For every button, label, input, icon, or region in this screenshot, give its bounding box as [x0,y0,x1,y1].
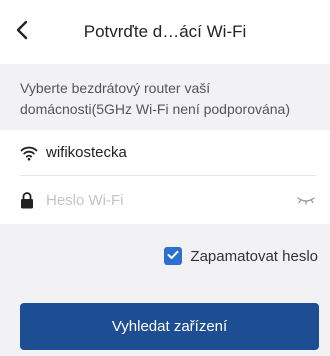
search-device-button[interactable]: Vyhledat zařízení [20,303,319,350]
wifi-icon [20,143,40,163]
password-row [20,177,316,223]
password-input[interactable] [46,191,290,209]
header-bar: Potvrďte d…ácí Wi-Fi [0,0,330,64]
remember-password-toggle[interactable]: Zapamatovat heslo [164,244,318,268]
ssid-value: wifikostecka [46,144,127,161]
checkmark-icon [167,247,179,265]
remember-checkbox[interactable] [164,247,183,265]
chevron-left-icon [15,20,29,45]
info-text: Vyberte bezdrátový router vaší domácnost… [0,64,330,130]
wifi-form: wifikostecka [0,130,330,224]
back-button[interactable] [8,18,36,46]
eye-closed-icon[interactable] [290,190,316,210]
search-device-label: Vyhledat zařízení [111,318,228,335]
lock-icon [20,190,40,210]
remember-label: Zapamatovat heslo [190,247,318,265]
page-title: Potvrďte d…ácí Wi-Fi [83,22,247,41]
ssid-row[interactable]: wifikostecka [20,130,316,176]
